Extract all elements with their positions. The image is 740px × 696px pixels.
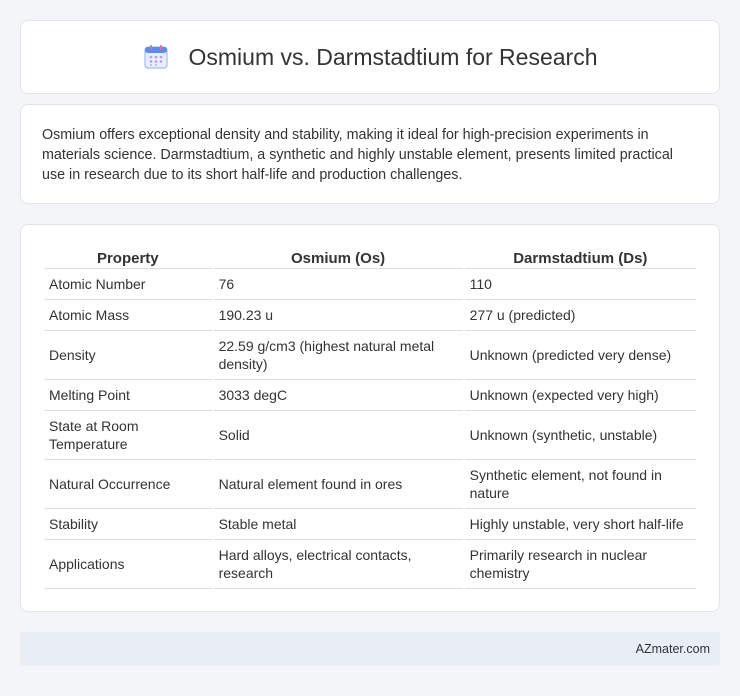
- calendar-icon: [143, 44, 169, 70]
- table-row: Atomic Mass 190.23 u 277 u (predicted): [44, 300, 696, 331]
- darmstadtium-cell: Unknown (synthetic, unstable): [464, 411, 696, 460]
- summary-text: Osmium offers exceptional density and st…: [42, 127, 673, 183]
- table-row: Density 22.59 g/cm3 (highest natural met…: [44, 331, 696, 380]
- property-cell: Melting Point: [44, 380, 212, 411]
- osmium-cell: 3033 degC: [213, 380, 463, 411]
- osmium-cell: 22.59 g/cm3 (highest natural metal densi…: [213, 331, 463, 380]
- darmstadtium-cell: 277 u (predicted): [464, 300, 696, 331]
- column-header-property: Property: [44, 245, 212, 269]
- property-cell: Atomic Mass: [44, 300, 212, 331]
- property-cell: Atomic Number: [44, 269, 212, 300]
- darmstadtium-cell: Synthetic element, not found in nature: [464, 460, 696, 509]
- page-title: Osmium vs. Darmstadtium for Research: [188, 43, 598, 70]
- summary-card: Osmium offers exceptional density and st…: [20, 104, 720, 204]
- osmium-cell: Stable metal: [213, 509, 463, 540]
- table-row: Melting Point 3033 degC Unknown (expecte…: [44, 380, 696, 411]
- comparison-table: Property Osmium (Os) Darmstadtium (Ds) A…: [42, 245, 698, 589]
- table-row: Applications Hard alloys, electrical con…: [44, 540, 696, 589]
- table-header-row: Property Osmium (Os) Darmstadtium (Ds): [44, 245, 696, 269]
- darmstadtium-cell: Unknown (expected very high): [464, 380, 696, 411]
- table-row: Atomic Number 76 110: [44, 269, 696, 300]
- table-row: State at Room Temperature Solid Unknown …: [44, 411, 696, 460]
- footer: AZmater.com: [20, 632, 720, 666]
- table-row: Natural Occurrence Natural element found…: [44, 460, 696, 509]
- osmium-cell: 190.23 u: [213, 300, 463, 331]
- osmium-cell: Hard alloys, electrical contacts, resear…: [213, 540, 463, 589]
- comparison-table-card: Property Osmium (Os) Darmstadtium (Ds) A…: [20, 224, 720, 612]
- column-header-darmstadtium: Darmstadtium (Ds): [464, 245, 696, 269]
- osmium-cell: Natural element found in ores: [213, 460, 463, 509]
- osmium-cell: 76: [213, 269, 463, 300]
- darmstadtium-cell: Primarily research in nuclear chemistry: [464, 540, 696, 589]
- property-cell: Density: [44, 331, 212, 380]
- osmium-cell: Solid: [213, 411, 463, 460]
- property-cell: Applications: [44, 540, 212, 589]
- property-cell: Natural Occurrence: [44, 460, 212, 509]
- table-row: Stability Stable metal Highly unstable, …: [44, 509, 696, 540]
- title-card: Osmium vs. Darmstadtium for Research: [20, 20, 720, 94]
- darmstadtium-cell: 110: [464, 269, 696, 300]
- column-header-osmium: Osmium (Os): [213, 245, 463, 269]
- darmstadtium-cell: Highly unstable, very short half-life: [464, 509, 696, 540]
- footer-site-label: AZmater.com: [635, 642, 710, 656]
- darmstadtium-cell: Unknown (predicted very dense): [464, 331, 696, 380]
- property-cell: Stability: [44, 509, 212, 540]
- property-cell: State at Room Temperature: [44, 411, 212, 460]
- title-wrap: Osmium vs. Darmstadtium for Research: [143, 43, 598, 71]
